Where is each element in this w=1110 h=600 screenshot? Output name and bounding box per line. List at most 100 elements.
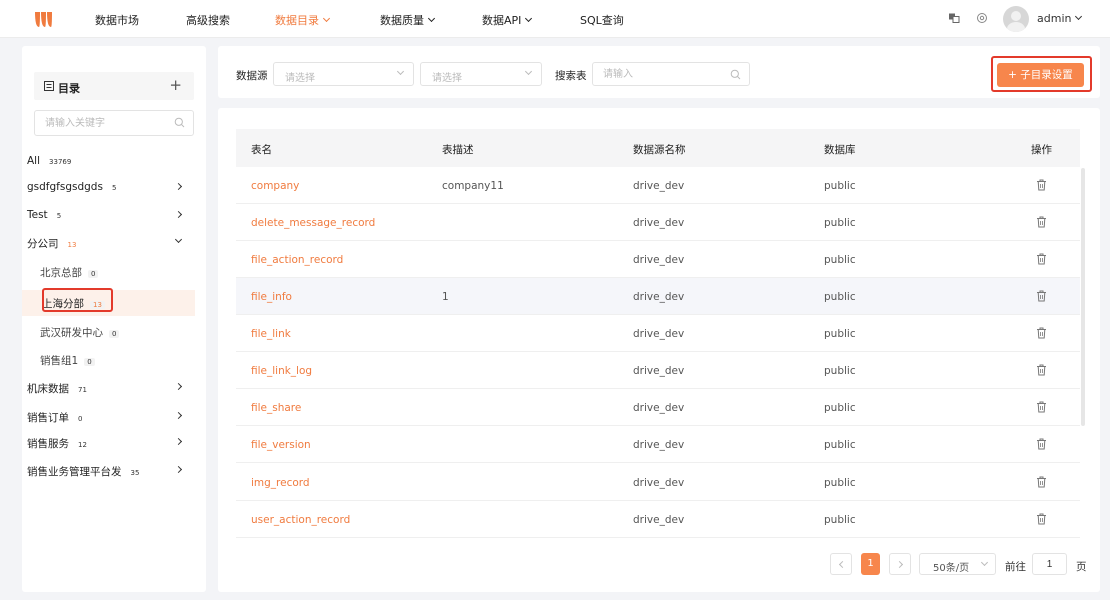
datasource-select[interactable]: 请选择 xyxy=(273,62,414,86)
table-cell: public xyxy=(824,180,856,192)
table-row: file_link drive_dev public xyxy=(236,315,1080,352)
table-cell: public xyxy=(824,291,856,303)
nav-item-sql[interactable]: SQL查询 xyxy=(580,12,624,28)
prev-page-button[interactable] xyxy=(830,553,852,575)
count-badge: 5 xyxy=(56,212,62,220)
table-row: img_record drive_dev public xyxy=(236,464,1080,501)
delete-icon[interactable] xyxy=(1036,290,1047,302)
delete-icon[interactable] xyxy=(1036,401,1047,413)
translate-icon[interactable] xyxy=(948,12,960,24)
tree-item[interactable]: 销售组1 0 xyxy=(27,349,195,371)
highlight-box xyxy=(42,288,113,312)
page-size-select[interactable]: 50条/页 xyxy=(919,553,996,575)
table-row: file_share drive_dev public xyxy=(236,389,1080,426)
nav-item-advanced-search[interactable]: 高级搜索 xyxy=(186,12,230,28)
add-catalog-button[interactable]: + xyxy=(169,76,182,94)
search-table-label: 搜索表 xyxy=(555,70,587,82)
table-name-link[interactable]: file_info xyxy=(251,291,292,303)
table-name-link[interactable]: company xyxy=(251,180,299,192)
search-icon[interactable] xyxy=(174,117,185,128)
table-name-link[interactable]: delete_message_record xyxy=(251,217,375,229)
next-page-button[interactable] xyxy=(889,553,911,575)
table-row: file_link_log drive_dev public xyxy=(236,352,1080,389)
delete-icon[interactable] xyxy=(1036,216,1047,228)
table-name-link[interactable]: file_version xyxy=(251,439,311,451)
table-cell: public xyxy=(824,514,856,526)
table-cell: public xyxy=(824,402,856,414)
delete-icon[interactable] xyxy=(1036,438,1047,450)
chevron-down-icon xyxy=(980,558,989,567)
column-header: 表描述 xyxy=(442,144,474,156)
tree-item[interactable]: 销售业务管理平台发 35 xyxy=(27,460,195,482)
nav-item-catalog[interactable]: 数据目录 xyxy=(275,12,331,28)
nav-item-quality[interactable]: 数据质量 xyxy=(380,12,436,28)
tree-item[interactable]: 销售订单 0 xyxy=(27,406,195,428)
table-name-link[interactable]: file_share xyxy=(251,402,301,414)
chevron-down-icon xyxy=(322,14,331,23)
search-icon[interactable] xyxy=(730,69,741,80)
chevron-right-icon xyxy=(174,210,183,219)
table-name-link[interactable]: file_action_record xyxy=(251,254,343,266)
table-name-link[interactable]: img_record xyxy=(251,477,310,489)
delete-icon[interactable] xyxy=(1036,327,1047,339)
table-name-link[interactable]: file_link_log xyxy=(251,365,312,377)
table-row: user_action_record drive_dev public xyxy=(236,501,1080,538)
delete-icon[interactable] xyxy=(1036,476,1047,488)
table-cell: drive_dev xyxy=(633,180,685,192)
tree-item[interactable]: gsdfgfsgsdgds 5 xyxy=(27,177,195,199)
table-row: delete_message_record drive_dev public xyxy=(236,204,1080,241)
tree-item[interactable]: 武汉研发中心 0 xyxy=(27,321,195,343)
logo-icon xyxy=(35,12,52,27)
chevron-left-icon xyxy=(838,560,847,569)
table-row: company company11 drive_dev public xyxy=(236,167,1080,204)
scrollbar[interactable] xyxy=(1081,168,1085,426)
count-badge: 0 xyxy=(78,415,83,423)
goto-page-input[interactable] xyxy=(1033,554,1066,574)
column-header: 表名 xyxy=(251,144,272,156)
nav-item-market[interactable]: 数据市场 xyxy=(95,12,139,28)
user-menu[interactable]: admin xyxy=(1037,12,1083,25)
table-cell: drive_dev xyxy=(633,477,685,489)
table-name-link[interactable]: user_action_record xyxy=(251,514,350,526)
chevron-down-icon xyxy=(1075,12,1083,21)
database-select[interactable]: 请选择 xyxy=(420,62,542,86)
tree-item[interactable]: Test 5 xyxy=(27,205,195,227)
goto-page xyxy=(1032,553,1067,575)
table-name-link[interactable]: file_link xyxy=(251,328,291,340)
catalog-search-input[interactable] xyxy=(35,111,165,135)
search-table-input[interactable] xyxy=(593,63,723,85)
datasource-label: 数据源 xyxy=(236,70,268,82)
tree-item[interactable]: 北京总部 0 xyxy=(27,261,195,283)
tree-item[interactable]: 机床数据 71 xyxy=(27,377,195,399)
table-cell: drive_dev xyxy=(633,402,685,414)
tree-item-all[interactable]: All 33769 xyxy=(27,151,195,173)
count-badge: 71 xyxy=(78,386,87,394)
page-number-current[interactable]: 1 xyxy=(861,553,880,575)
count-badge: 12 xyxy=(78,441,87,449)
count-badge: 0 xyxy=(88,270,99,278)
settings-icon[interactable] xyxy=(976,12,988,24)
table-panel: 表名 表描述 数据源名称 数据库 操作 company company11 driv… xyxy=(218,108,1100,592)
delete-icon[interactable] xyxy=(1036,513,1047,525)
count-badge: 13 xyxy=(67,241,77,249)
table-cell: public xyxy=(824,365,856,377)
catalog-header: 目录 + xyxy=(34,72,194,100)
table-row: file_version drive_dev public xyxy=(236,426,1080,463)
nav-item-api[interactable]: 数据API xyxy=(482,12,533,28)
table-row: file_info 1 drive_dev public xyxy=(236,278,1080,315)
table-row: file_action_record drive_dev public xyxy=(236,241,1080,278)
tree-item[interactable]: 分公司 13 xyxy=(27,232,195,254)
delete-icon[interactable] xyxy=(1036,253,1047,265)
table-cell: drive_dev xyxy=(633,365,685,377)
table-cell: public xyxy=(824,254,856,266)
tree-item[interactable]: 销售服务 12 xyxy=(27,432,195,454)
count-badge: 35 xyxy=(130,469,140,477)
filter-bar: 数据源 请选择 请选择 搜索表 + 子目录设置 xyxy=(218,46,1100,98)
delete-icon[interactable] xyxy=(1036,179,1047,191)
delete-icon[interactable] xyxy=(1036,364,1047,376)
table-cell: company11 xyxy=(442,180,504,192)
avatar[interactable] xyxy=(1003,6,1029,32)
chevron-down-icon xyxy=(524,67,533,76)
highlight-box xyxy=(991,56,1092,92)
chevron-right-icon xyxy=(174,437,183,446)
